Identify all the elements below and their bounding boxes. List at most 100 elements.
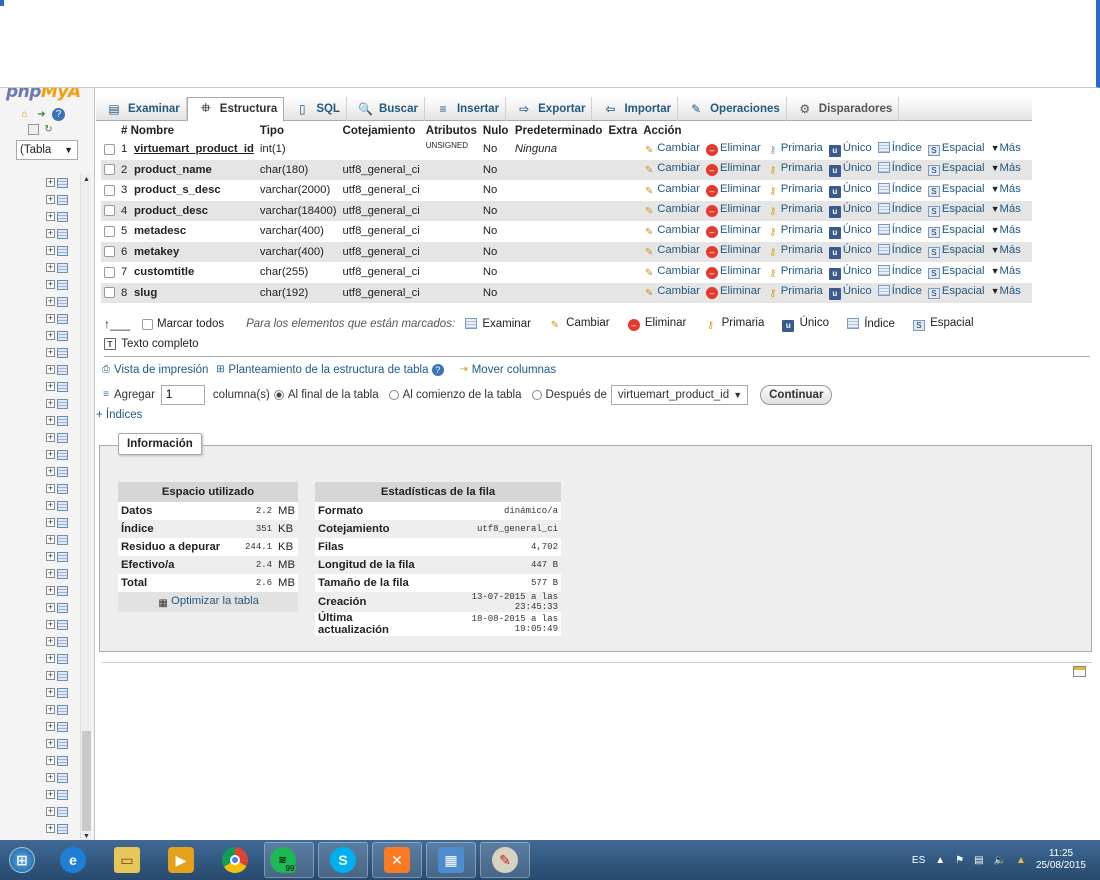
change-button[interactable]: ✎ Cambiar xyxy=(643,162,700,176)
more-button[interactable]: ▼Más xyxy=(991,285,1021,297)
tree-table-item[interactable]: + xyxy=(46,378,80,395)
expand-icon[interactable]: + xyxy=(46,807,55,816)
index-button[interactable]: Índice xyxy=(877,223,922,236)
tree-table-item[interactable]: + xyxy=(46,361,80,378)
spatial-button[interactable]: S Espacial xyxy=(927,265,985,279)
column-name[interactable]: virtuemart_product_id xyxy=(134,143,254,155)
update-icon[interactable]: ▲ xyxy=(1016,855,1026,866)
tab-importar[interactable]: ⇦ Importar xyxy=(592,96,679,121)
row-checkbox[interactable] xyxy=(104,246,115,258)
drop-button[interactable]: – Eliminar xyxy=(705,203,761,218)
expand-icon[interactable]: + xyxy=(46,501,55,510)
radio-at-beginning[interactable] xyxy=(388,390,399,400)
primary-button[interactable]: ⚷ Primaria xyxy=(767,162,823,176)
tree-table-item[interactable]: + xyxy=(46,752,80,769)
expand-icon[interactable]: + xyxy=(46,280,55,289)
more-button[interactable]: ▼Más xyxy=(991,203,1021,215)
primary-button[interactable]: ⚷ Primaria xyxy=(767,244,823,258)
tree-table-item[interactable]: + xyxy=(46,684,80,701)
radio-at-beginning-label[interactable]: Al comienzo de la tabla xyxy=(403,389,522,401)
primary-button[interactable]: ⚷ Primaria xyxy=(767,285,823,299)
indexes-link[interactable]: + Índices xyxy=(96,409,142,421)
scroll-down-icon[interactable]: ▼ xyxy=(83,833,90,840)
continue-button[interactable]: Continuar xyxy=(760,385,833,405)
bulk-fulltext-button[interactable]: T Texto completo xyxy=(104,338,1004,350)
tree-table-item[interactable]: + xyxy=(46,327,80,344)
tree-table-item[interactable]: + xyxy=(46,293,80,310)
tree-table-item[interactable]: + xyxy=(46,463,80,480)
after-column-select[interactable]: virtuemart_product_id ▼ xyxy=(610,385,749,405)
help-icon[interactable]: ? xyxy=(431,364,444,376)
tree-table-item[interactable]: + xyxy=(46,446,80,463)
drop-button[interactable]: – Eliminar xyxy=(705,224,761,238)
print-view-link[interactable]: ⎙ Vista de impresión xyxy=(100,364,208,376)
expand-icon[interactable]: + xyxy=(46,552,55,561)
expand-icon[interactable]: + xyxy=(46,467,55,476)
check-all-label[interactable]: Marcar todos xyxy=(157,318,224,330)
more-button[interactable]: ▼Más xyxy=(991,265,1021,277)
ie-button[interactable]: e xyxy=(48,842,98,878)
expand-icon[interactable]: + xyxy=(46,331,55,340)
scroll-thumb[interactable] xyxy=(82,731,91,831)
skype-button[interactable]: S xyxy=(318,842,368,878)
add-count-input[interactable] xyxy=(160,385,205,405)
help-icon[interactable]: ? xyxy=(52,108,65,121)
radio-after[interactable] xyxy=(531,390,542,400)
expand-icon[interactable]: + xyxy=(46,756,55,765)
tree-table-item[interactable]: + xyxy=(46,548,80,565)
tab-examinar[interactable]: ▤ Examinar xyxy=(96,96,187,121)
propose-structure-link[interactable]: ⊞ Planteamiento de la estructura de tabla… xyxy=(214,364,445,376)
bulk-unique-button[interactable]: u Único xyxy=(782,317,829,332)
move-columns-link[interactable]: ⇥ Mover columnas xyxy=(458,364,557,376)
index-button[interactable]: Índice xyxy=(877,162,922,174)
tree-table-item[interactable]: + xyxy=(46,514,80,531)
expand-icon[interactable]: + xyxy=(46,671,55,680)
check-all-checkbox[interactable] xyxy=(142,318,153,330)
more-button[interactable]: ▼Más xyxy=(991,183,1021,195)
bulk-index-button[interactable]: Índice xyxy=(846,318,895,330)
expand-icon[interactable]: + xyxy=(46,348,55,357)
sidebar-scrollbar[interactable]: ▲ ▼ xyxy=(80,174,91,840)
expand-icon[interactable]: + xyxy=(46,773,55,782)
tab-sql[interactable]: ▯ SQL xyxy=(284,96,347,121)
tab-buscar[interactable]: 🔍 Buscar xyxy=(347,96,425,121)
start-button[interactable]: ⊞ xyxy=(0,842,44,878)
tree-table-item[interactable]: + xyxy=(46,429,80,446)
tree-table-item[interactable]: + xyxy=(46,565,80,582)
tree-table-item[interactable]: + xyxy=(46,718,80,735)
expand-icon[interactable]: + xyxy=(46,688,55,697)
unique-button[interactable]: u Único xyxy=(828,265,872,280)
tree-table-item[interactable]: + xyxy=(46,174,80,191)
tree-table-item[interactable]: + xyxy=(46,820,80,837)
bulk-spatial-button[interactable]: S Espacial xyxy=(912,317,974,331)
index-button[interactable]: Índice xyxy=(877,264,922,277)
xampp-button[interactable]: ✕ xyxy=(372,842,422,878)
tree-table-item[interactable]: + xyxy=(46,310,80,327)
chrome-button[interactable] xyxy=(210,842,260,878)
expand-icon[interactable]: + xyxy=(46,620,55,629)
spatial-button[interactable]: S Espacial xyxy=(927,244,985,259)
spatial-button[interactable]: S Espacial xyxy=(927,203,985,218)
tree-table-item[interactable]: + xyxy=(46,616,80,633)
row-checkbox[interactable] xyxy=(104,205,115,217)
expand-icon[interactable]: + xyxy=(46,399,55,408)
spatial-button[interactable]: S Espacial xyxy=(927,183,985,197)
media-player-button[interactable]: ▶ xyxy=(156,842,206,878)
action-center-icon[interactable]: ⚑ xyxy=(955,855,964,866)
logout-icon[interactable]: ➜ xyxy=(35,108,48,121)
expand-icon[interactable]: + xyxy=(46,263,55,272)
unique-button[interactable]: u Único xyxy=(828,285,872,301)
volume-icon[interactable]: 🔈 xyxy=(994,855,1006,866)
spatial-button[interactable]: S Espacial xyxy=(927,285,985,300)
tree-table-item[interactable]: + xyxy=(46,769,80,786)
row-checkbox[interactable] xyxy=(104,287,115,299)
change-button[interactable]: ✎ Cambiar xyxy=(643,183,700,197)
tree-table-item[interactable]: + xyxy=(46,191,80,208)
table-select[interactable]: (Tabla ▼ xyxy=(16,140,78,160)
control-panel-button[interactable]: ▦ xyxy=(426,842,476,878)
expand-icon[interactable]: + xyxy=(46,229,55,238)
drop-button[interactable]: – Eliminar xyxy=(705,285,761,300)
primary-button[interactable]: ⚷ Primaria xyxy=(767,265,823,279)
expand-icon[interactable]: + xyxy=(46,433,55,442)
more-button[interactable]: ▼Más xyxy=(991,224,1021,236)
